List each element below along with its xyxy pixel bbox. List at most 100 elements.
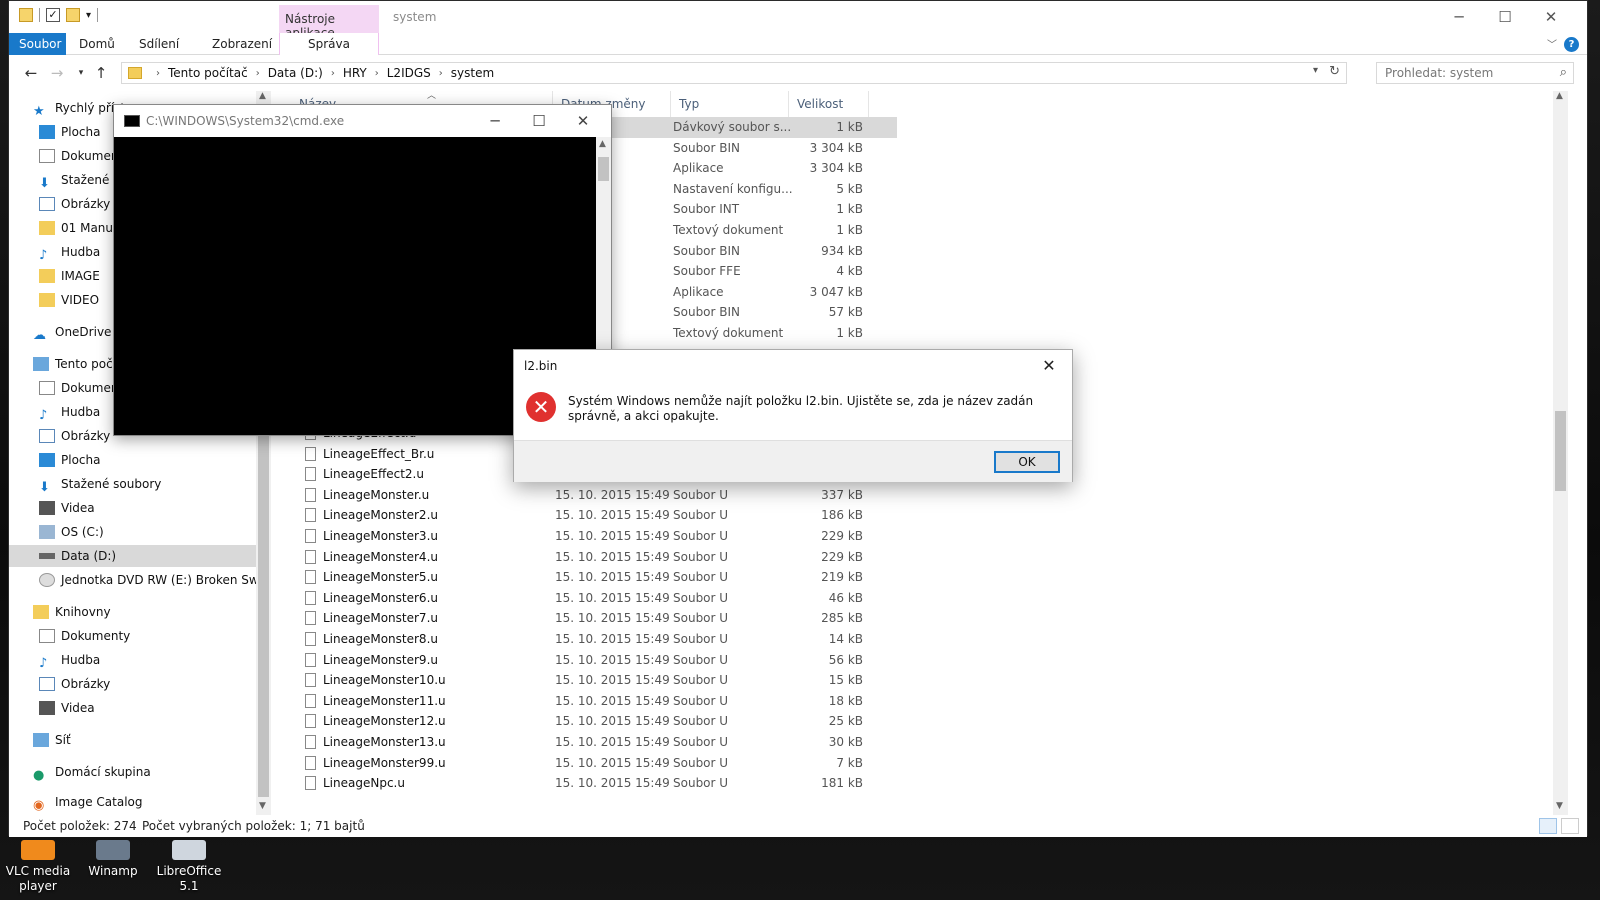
nav-quick-item[interactable]: VIDEO <box>39 289 99 311</box>
tab-sprava[interactable]: Správa <box>279 33 379 55</box>
table-row[interactable]: LineageMonster5.u 15. 10. 2015 15:49 Soubo… <box>297 567 897 588</box>
nav-quick-item[interactable]: IMAGE <box>39 265 100 287</box>
help-icon[interactable]: ? <box>1564 37 1579 52</box>
close-button[interactable]: ✕ <box>1531 5 1571 29</box>
table-row[interactable]: LineageNpc.u 15. 10. 2015 15:49 Soubor U 18… <box>297 773 897 794</box>
table-row[interactable]: LineageMonster6.u 15. 10. 2015 15:49 Soubo… <box>297 588 897 609</box>
minimize-button[interactable]: ─ <box>1439 5 1479 29</box>
nav-pc-item[interactable]: OS (C:) <box>39 521 104 543</box>
table-row[interactable]: LineageMonster.u 15. 10. 2015 15:49 Soubor… <box>297 485 897 506</box>
back-arrow-icon[interactable]: ← <box>21 63 41 83</box>
cmd-minimize-button[interactable]: ─ <box>475 109 515 133</box>
up-arrow-icon[interactable]: ↑ <box>91 63 111 83</box>
scroll-down-icon[interactable]: ▼ <box>1556 801 1563 811</box>
table-row[interactable]: LineageMonster11.u 15. 10. 2015 15:49 Soub… <box>297 691 897 712</box>
table-row[interactable]: LineageMonster2.u 15. 10. 2015 15:49 Soubo… <box>297 505 897 526</box>
videos-icon <box>39 701 55 715</box>
nav-quick-item[interactable]: ♪ Hudba <box>39 241 100 263</box>
nav-homegroup[interactable]: ● Domácí skupina <box>33 761 151 783</box>
nav-pc-item[interactable]: Videa <box>39 497 95 519</box>
expand-ribbon-icon[interactable]: ﹀ <box>1547 36 1557 51</box>
nav-pc-item[interactable]: Obrázky <box>39 425 110 447</box>
file-size: 186 kB <box>821 508 863 523</box>
nav-pc-item[interactable]: Jednotka DVD RW (E:) Broken Sword <box>39 569 271 591</box>
nav-quick-item[interactable]: Plocha <box>39 121 100 143</box>
breadcrumb-item[interactable]: system <box>451 66 494 80</box>
tab-zobrazeni[interactable]: Zobrazení <box>202 33 282 55</box>
file-icon <box>305 652 316 667</box>
chevron-right-icon[interactable]: › <box>256 68 260 79</box>
new-folder-icon[interactable] <box>66 8 80 22</box>
file-size: 7 kB <box>836 755 863 770</box>
cmd-close-button[interactable]: ✕ <box>563 109 603 133</box>
nav-lib-item[interactable]: ♪ Hudba <box>39 649 100 671</box>
column-header-size[interactable]: Velikost <box>789 91 869 117</box>
chevron-right-icon[interactable]: › <box>375 68 379 79</box>
column-header-type[interactable]: Typ <box>671 91 789 117</box>
table-row[interactable]: LineageMonster13.u 15. 10. 2015 15:49 Soub… <box>297 732 897 753</box>
chevron-right-icon[interactable]: › <box>331 68 335 79</box>
tab-soubor[interactable]: Soubor <box>9 33 66 55</box>
nav-pc-item[interactable]: Plocha <box>39 449 100 471</box>
maximize-button[interactable]: ☐ <box>1485 5 1525 29</box>
nav-pc-item[interactable]: ⬇ Stažené soubory <box>39 473 161 495</box>
search-input[interactable]: Prohledat: system ⌕ <box>1376 62 1574 84</box>
nav-pc-item-selected[interactable]: Data (D:) <box>9 545 271 567</box>
table-row[interactable]: LineageMonster3.u 15. 10. 2015 15:49 Soubo… <box>297 526 897 547</box>
desktop-icon-libreoffice[interactable]: LibreOffice 5.1 <box>153 840 225 894</box>
cmd-title-bar[interactable]: C:\WINDOWS\System32\cmd.exe ─ ☐ ✕ <box>114 105 611 137</box>
recent-locations-icon[interactable]: ▾ <box>71 63 91 83</box>
nav-lib-item[interactable]: Videa <box>39 697 95 719</box>
properties-icon[interactable]: ✓ <box>46 8 60 22</box>
scroll-up-icon[interactable]: ▲ <box>259 91 266 101</box>
forward-arrow-icon[interactable]: → <box>47 63 67 83</box>
scroll-up-icon[interactable]: ▲ <box>1556 91 1563 101</box>
file-list-scrollbar-thumb[interactable] <box>1555 411 1566 491</box>
file-list-scrollbar[interactable]: ▲ ▼ <box>1553 91 1568 815</box>
breadcrumb-item[interactable]: L2IDGS <box>387 66 431 80</box>
desktop-icon-winamp[interactable]: Winamp <box>77 840 149 879</box>
nav-quick-item[interactable]: Obrázky <box>39 193 110 215</box>
file-type: Soubor U <box>673 693 729 708</box>
cmd-scrollbar-thumb[interactable] <box>598 157 609 181</box>
dialog-close-button[interactable]: ✕ <box>1034 353 1064 379</box>
nav-lib-item[interactable]: Obrázky <box>39 673 110 695</box>
breadcrumb-item[interactable]: HRY <box>343 66 367 80</box>
table-row[interactable]: LineageMonster99.u 15. 10. 2015 15:49 Soub… <box>297 753 897 774</box>
breadcrumb-item[interactable]: Tento počítač <box>168 66 248 80</box>
nav-image-catalog[interactable]: ◉ Image Catalog <box>33 791 142 813</box>
folder-icon[interactable] <box>19 8 33 22</box>
scroll-down-icon[interactable]: ▼ <box>259 801 266 811</box>
nav-network[interactable]: Síť <box>33 729 71 751</box>
file-size: 5 kB <box>836 181 863 196</box>
table-row[interactable]: LineageMonster8.u 15. 10. 2015 15:49 Soubo… <box>297 629 897 650</box>
refresh-icon[interactable]: ↻ <box>1329 64 1340 79</box>
ok-button[interactable]: OK <box>994 451 1060 473</box>
file-size: 15 kB <box>828 673 863 688</box>
breadcrumb-item[interactable]: Data (D:) <box>268 66 323 80</box>
nav-lib-item[interactable]: Dokumenty <box>39 625 130 647</box>
table-row[interactable]: LineageMonster9.u 15. 10. 2015 15:49 Soubo… <box>297 650 897 671</box>
address-bar[interactable]: › Tento počítač › Data (D:) › HRY › L2ID… <box>121 62 1347 84</box>
search-icon[interactable]: ⌕ <box>1560 65 1567 80</box>
chevron-down-icon[interactable]: ▾ <box>1313 65 1318 76</box>
nav-onedrive[interactable]: ☁ OneDrive <box>33 321 111 343</box>
cmd-maximize-button[interactable]: ☐ <box>519 109 559 133</box>
desktop-icon-vlc[interactable]: VLC media player <box>2 840 74 894</box>
dvd-icon <box>39 573 55 587</box>
table-row[interactable]: LineageMonster10.u 15. 10. 2015 15:49 Soub… <box>297 670 897 691</box>
tab-domu[interactable]: Domů <box>69 33 125 55</box>
tab-sdileni[interactable]: Sdílení <box>129 33 189 55</box>
table-row[interactable]: LineageMonster7.u 15. 10. 2015 15:49 Soubo… <box>297 608 897 629</box>
details-view-icon[interactable] <box>1539 818 1557 834</box>
chevron-right-icon[interactable]: › <box>439 68 443 79</box>
scroll-up-icon[interactable]: ▲ <box>599 139 606 149</box>
table-row[interactable]: LineageMonster4.u 15. 10. 2015 15:49 Soubo… <box>297 547 897 568</box>
file-icon <box>305 611 316 626</box>
chevron-right-icon[interactable]: › <box>156 68 160 79</box>
large-icons-view-icon[interactable] <box>1561 818 1579 834</box>
nav-libraries[interactable]: Knihovny <box>33 601 111 623</box>
table-row[interactable]: LineageMonster12.u 15. 10. 2015 15:49 Soub… <box>297 711 897 732</box>
nav-pc-item[interactable]: ♪ Hudba <box>39 401 100 423</box>
customize-toolbar-icon[interactable]: ▾ <box>86 10 91 21</box>
